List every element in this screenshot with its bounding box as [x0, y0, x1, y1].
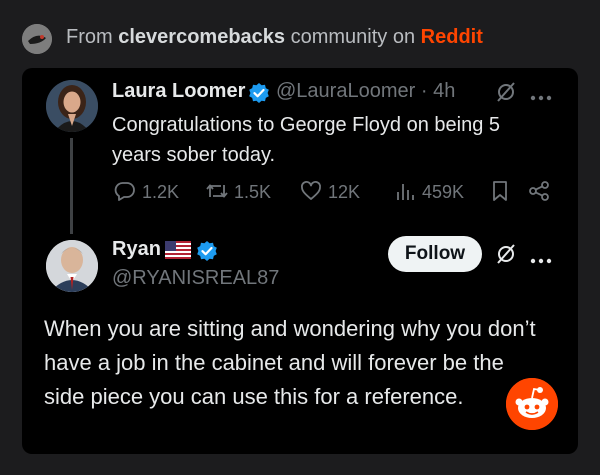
- bookmark-icon[interactable]: [490, 180, 510, 207]
- avatar[interactable]: [46, 240, 98, 292]
- grok-icon[interactable]: [494, 242, 518, 271]
- verified-badge-icon: [196, 240, 218, 267]
- us-flag-icon: [165, 241, 191, 264]
- view-count: 459K: [422, 182, 465, 202]
- like-count: 12K: [328, 182, 361, 202]
- reddit-logo-icon: [506, 378, 558, 430]
- reply-count: 1.2K: [142, 182, 180, 202]
- thread-connector: [70, 138, 73, 234]
- community-link[interactable]: clevercomebacks: [118, 26, 285, 48]
- more-options-icon[interactable]: [530, 251, 552, 269]
- community-avatar[interactable]: [22, 24, 52, 54]
- like-icon[interactable]: [300, 180, 322, 207]
- avatar[interactable]: [46, 80, 98, 132]
- tweet-thread-card: Laura Loomer @LauraLoomer · 4h Congratul…: [22, 68, 578, 454]
- repost-count: 1.5K: [234, 182, 272, 202]
- source-line: From clevercomebacks community on Reddit: [66, 26, 483, 49]
- source-bar: From clevercomebacks community on Reddit: [0, 0, 600, 68]
- views-icon[interactable]: [394, 180, 416, 207]
- follow-button[interactable]: Follow: [388, 236, 482, 272]
- grok-icon[interactable]: [494, 80, 518, 109]
- more-options-icon[interactable]: [530, 88, 552, 106]
- author-handle[interactable]: @LauraLoomer: [276, 80, 415, 102]
- author-name[interactable]: Laura Loomer: [112, 80, 245, 103]
- timestamp[interactable]: 4h: [433, 80, 455, 102]
- author-meta: @LauraLoomer · 4h: [276, 80, 455, 103]
- author-handle[interactable]: @RYANISREAL87: [112, 267, 279, 290]
- author-name[interactable]: Ryan: [112, 238, 161, 261]
- dot-separator: ·: [420, 80, 428, 102]
- share-icon[interactable]: [528, 180, 550, 207]
- from-label: From: [66, 26, 113, 48]
- reply-icon[interactable]: [114, 180, 136, 207]
- repost-icon[interactable]: [205, 180, 229, 207]
- tweet-text: When you are sitting and wondering why y…: [44, 316, 536, 409]
- verified-badge-icon: [248, 82, 270, 109]
- platform-link[interactable]: Reddit: [421, 26, 483, 48]
- tweet-text: Congratulations to George Floyd on being…: [112, 114, 501, 166]
- community-on-label: community on: [290, 26, 416, 48]
